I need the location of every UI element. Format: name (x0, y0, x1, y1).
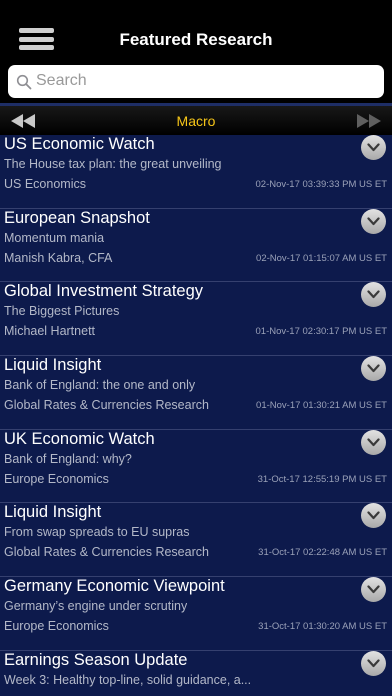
search-bar: Search (0, 60, 392, 102)
page-title: Featured Research (119, 30, 273, 49)
list-item[interactable]: Germany Economic Viewpoint Germany’s engi… (0, 577, 392, 651)
top-bar: Featured Research (0, 0, 392, 60)
list-item[interactable]: Liquid Insight From swap spreads to EU su… (0, 503, 392, 578)
search-icon (16, 74, 32, 90)
item-subtitle: Bank of England: the one and only (4, 378, 196, 393)
search-input[interactable]: Search (8, 65, 384, 98)
item-date: 02-Nov-17 01:15:07 AM US ET (256, 252, 387, 264)
list-item[interactable]: UK Economic Watch Bank of England: why? Eu… (0, 429, 392, 504)
item-author: Europe Economics (4, 619, 109, 634)
item-title: Germany Economic Viewpoint (4, 577, 225, 596)
item-author: Global Rates & Currencies Research (4, 545, 209, 560)
research-list: US Economic Watch The House tax plan: the… (0, 135, 392, 696)
item-title: Global Investment Strategy (4, 282, 204, 301)
item-author: Europe Economics (4, 471, 109, 486)
chevron-down-icon[interactable] (361, 208, 386, 234)
chevron-down-icon[interactable] (361, 356, 386, 382)
item-date: 31-Oct-17 02:22:48 AM US ET (258, 547, 387, 559)
item-date: 01-Nov-17 01:30:21 AM US ET (256, 400, 387, 412)
item-title: Liquid Insight (4, 356, 102, 375)
item-author: Manish Kabra, CFA (4, 250, 113, 265)
chevron-down-icon[interactable] (361, 282, 386, 308)
item-date: 31-Oct-17 01:30:20 AM US ET (258, 621, 387, 633)
item-date: 01-Nov-17 02:30:17 PM US ET (255, 326, 387, 338)
chevron-down-icon[interactable] (361, 429, 386, 455)
list-item[interactable]: Liquid Insight Bank of England: the one a… (0, 356, 392, 430)
chevron-down-icon[interactable] (361, 577, 386, 603)
item-title: European Snapshot (4, 208, 150, 227)
item-title: UK Economic Watch (4, 429, 155, 448)
item-subtitle: Bank of England: why? (4, 451, 132, 466)
category-bar: Macro (0, 106, 392, 135)
item-subtitle: The House tax plan: the great unveiling (4, 157, 222, 171)
item-subtitle: Germany’s engine under scrutiny (4, 599, 188, 614)
item-title: US Economic Watch (4, 135, 155, 153)
list-item[interactable]: European Snapshot Momentum mania Manish Ka… (0, 208, 392, 283)
item-author: US Economics (4, 177, 86, 191)
item-author: Michael Hartnett (4, 324, 96, 339)
chevron-down-icon[interactable] (361, 650, 386, 676)
list-item[interactable]: Earnings Season Update Week 3: Healthy to… (0, 650, 392, 696)
item-date: 02-Nov-17 03:39:33 PM US ET (255, 179, 387, 190)
item-title: Earnings Season Update (4, 650, 188, 669)
fast-forward-icon[interactable] (356, 113, 382, 129)
search-placeholder: Search (36, 72, 87, 89)
item-author: Global Rates & Currencies Research (4, 398, 209, 413)
chevron-down-icon[interactable] (361, 503, 386, 529)
item-subtitle: Momentum mania (4, 230, 105, 245)
item-title: Liquid Insight (4, 503, 102, 522)
item-subtitle: The Biggest Pictures (4, 304, 120, 319)
item-date: 31-Oct-17 12:55:19 PM US ET (257, 473, 387, 485)
item-subtitle: From swap spreads to EU supras (4, 525, 190, 540)
list-item[interactable]: US Economic Watch The House tax plan: the… (0, 135, 392, 209)
list-item[interactable]: Global Investment Strategy The Biggest Pi… (0, 282, 392, 357)
item-subtitle: Week 3: Healthy top-line, solid guidance… (4, 672, 252, 687)
chevron-down-icon[interactable] (361, 135, 386, 160)
category-label: Macro (176, 113, 216, 129)
